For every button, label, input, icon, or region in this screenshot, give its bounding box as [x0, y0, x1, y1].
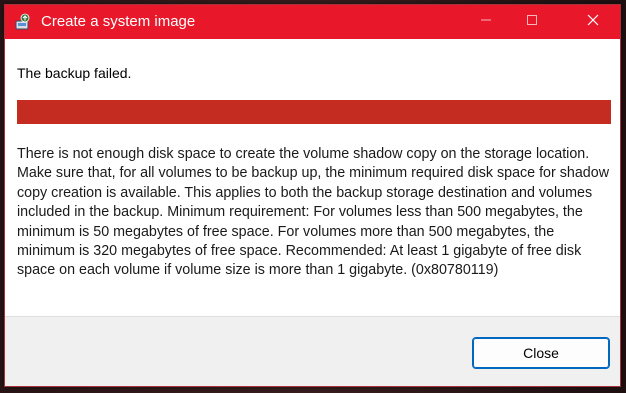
system-image-backup-icon [14, 13, 32, 31]
maximize-button[interactable] [509, 5, 555, 39]
maximize-icon [526, 13, 538, 31]
status-heading: The backup failed. [17, 65, 132, 81]
error-message: There is not enough disk space to create… [17, 146, 610, 279]
dialog-footer: Close [5, 316, 620, 386]
dialog-content: The backup failed. There is not enough d… [5, 39, 620, 316]
close-icon [587, 13, 599, 31]
minimize-icon [480, 13, 492, 31]
progress-bar-fill [17, 100, 611, 124]
dialog-window: Create a system image The backup failed. [4, 4, 621, 387]
minimize-button[interactable] [463, 5, 509, 39]
progress-bar [17, 100, 611, 124]
close-window-button[interactable] [570, 5, 616, 39]
close-button[interactable]: Close [472, 337, 610, 369]
window-title: Create a system image [41, 13, 196, 30]
title-bar[interactable]: Create a system image [5, 5, 620, 39]
